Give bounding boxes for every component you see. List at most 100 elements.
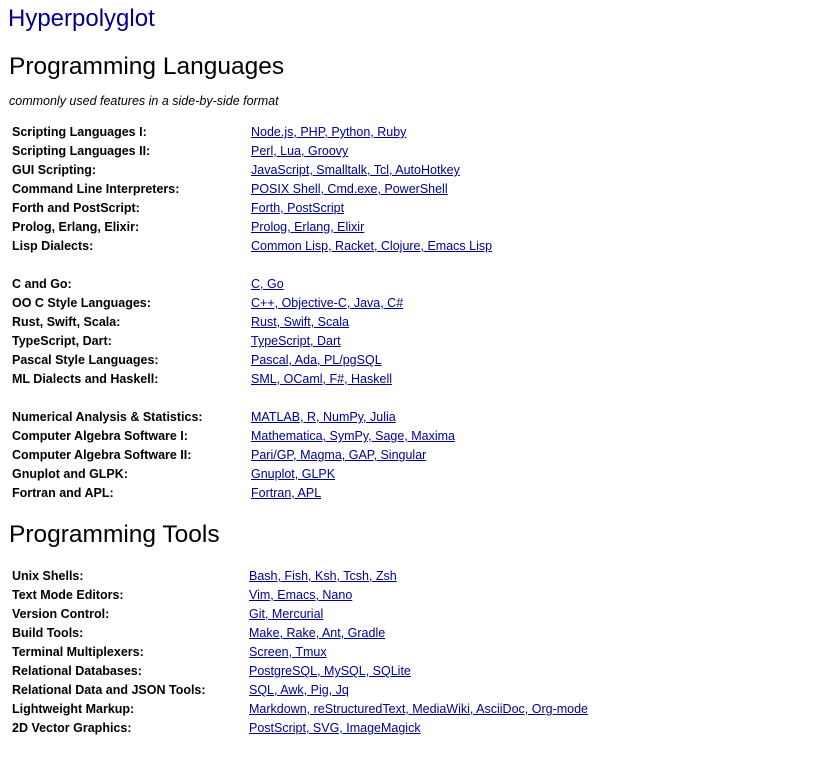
row-link[interactable]: C, Go xyxy=(251,277,284,291)
index-row: Numerical Analysis & Statistics: MATLAB, … xyxy=(12,408,492,427)
row-link[interactable]: MATLAB, R, NumPy, Julia xyxy=(251,410,396,424)
index-row: C and Go: C, Go xyxy=(12,275,492,294)
row-link[interactable]: PostgreSQL, MySQL, SQLite xyxy=(249,664,411,678)
row-links-cell: Markdown, reStructuredText, MediaWiki, A… xyxy=(249,700,588,719)
index-row: Forth and PostScript: Forth, PostScript xyxy=(12,199,492,218)
row-link[interactable]: PostScript, SVG, ImageMagick xyxy=(249,721,421,735)
index-row: OO C Style Languages: C++, Objective-C, J… xyxy=(12,294,492,313)
row-links-cell: Gnuplot, GLPK xyxy=(251,465,492,484)
row-label: Terminal Multiplexers: xyxy=(12,645,144,659)
row-label: 2D Vector Graphics: xyxy=(12,721,132,735)
row-link[interactable]: Gnuplot, GLPK xyxy=(251,467,335,481)
row-links-cell: Perl, Lua, Groovy xyxy=(251,142,492,161)
index-row: Computer Algebra Software II: Pari/GP, Ma… xyxy=(12,446,492,465)
heading-programming-tools: Programming Tools xyxy=(9,521,220,548)
row-links-cell: Node.js, PHP, Python, Ruby xyxy=(251,123,492,142)
row-link[interactable]: Vim, Emacs, Nano xyxy=(249,588,352,602)
row-link[interactable]: Markdown, reStructuredText, MediaWiki, A… xyxy=(249,702,588,716)
row-links-cell: MATLAB, R, NumPy, Julia xyxy=(251,408,492,427)
row-label: GUI Scripting: xyxy=(12,163,97,177)
row-link[interactable]: POSIX Shell, Cmd.exe, PowerShell xyxy=(251,182,448,196)
row-link[interactable]: Bash, Fish, Ksh, Tcsh, Zsh xyxy=(249,569,397,583)
row-link[interactable]: SQL, Awk, Pig, Jq xyxy=(249,683,349,697)
row-links-cell: SQL, Awk, Pig, Jq xyxy=(249,681,588,700)
index-row: TypeScript, Dart: TypeScript, Dart xyxy=(12,332,492,351)
row-label: Lightweight Markup: xyxy=(12,702,135,716)
index-row: Lightweight Markup: Markdown, reStructure… xyxy=(12,700,588,719)
row-links-cell: Mathematica, SymPy, Sage, Maxima xyxy=(251,427,492,446)
row-links-cell: Fortran, APL xyxy=(251,484,492,503)
row-links-cell: Vim, Emacs, Nano xyxy=(249,586,588,605)
row-label: Version Control: xyxy=(12,607,110,621)
row-label: Command Line Interpreters: xyxy=(12,182,180,196)
tools-index-table: Unix Shells: Bash, Fish, Ksh, Tcsh, Zsh Te… xyxy=(12,567,588,738)
row-links-cell: Forth, PostScript xyxy=(251,199,492,218)
index-row: Pascal Style Languages: Pascal, Ada, PL/p… xyxy=(12,351,492,370)
row-link[interactable]: Node.js, PHP, Python, Ruby xyxy=(251,125,406,139)
index-row: Terminal Multiplexers: Screen, Tmux xyxy=(12,643,588,662)
index-row: Scripting Languages II: Perl, Lua, Groovy xyxy=(12,142,492,161)
row-label: ML Dialects and Haskell: xyxy=(12,372,159,386)
index-row: Relational Databases: PostgreSQL, MySQL, … xyxy=(12,662,588,681)
row-link[interactable]: Make, Rake, Ant, Gradle xyxy=(249,626,385,640)
row-label: Prolog, Erlang, Elixir: xyxy=(12,220,140,234)
site-title-link[interactable]: Hyperpolyglot xyxy=(8,5,155,33)
row-label: Build Tools: xyxy=(12,626,84,640)
row-label: TypeScript, Dart: xyxy=(12,334,112,348)
row-links-cell: POSIX Shell, Cmd.exe, PowerShell xyxy=(251,180,492,199)
row-label: OO C Style Languages: xyxy=(12,296,151,310)
row-link[interactable]: Rust, Swift, Scala xyxy=(251,315,349,329)
row-links-cell: Bash, Fish, Ksh, Tcsh, Zsh xyxy=(249,567,588,586)
index-row: Prolog, Erlang, Elixir: Prolog, Erlang, E… xyxy=(12,218,492,237)
row-links-cell: Rust, Swift, Scala xyxy=(251,313,492,332)
row-link[interactable]: Git, Mercurial xyxy=(249,607,323,621)
row-link[interactable]: Prolog, Erlang, Elixir xyxy=(251,220,364,234)
row-label: Scripting Languages II: xyxy=(12,144,151,158)
row-link[interactable]: Pari/GP, Magma, GAP, Singular xyxy=(251,448,426,462)
row-label: Fortran and APL: xyxy=(12,486,114,500)
index-row: Scripting Languages I: Node.js, PHP, Pyth… xyxy=(12,123,492,142)
row-label: Relational Databases: xyxy=(12,664,142,678)
group-spacer xyxy=(12,389,492,408)
row-label: Gnuplot and GLPK: xyxy=(12,467,128,481)
row-links-cell: Make, Rake, Ant, Gradle xyxy=(249,624,588,643)
row-label: Rust, Swift, Scala: xyxy=(12,315,121,329)
row-label: Forth and PostScript: xyxy=(12,201,140,215)
row-link[interactable]: Pascal, Ada, PL/pgSQL xyxy=(251,353,382,367)
row-link[interactable]: Forth, PostScript xyxy=(251,201,344,215)
index-row: Text Mode Editors: Vim, Emacs, Nano xyxy=(12,586,588,605)
row-link[interactable]: TypeScript, Dart xyxy=(251,334,341,348)
row-link[interactable]: JavaScript, Smalltalk, Tcl, AutoHotkey xyxy=(251,163,460,177)
row-label: Scripting Languages I: xyxy=(12,125,147,139)
index-row: Rust, Swift, Scala: Rust, Swift, Scala xyxy=(12,313,492,332)
index-row: Gnuplot and GLPK: Gnuplot, GLPK xyxy=(12,465,492,484)
row-links-cell: Git, Mercurial xyxy=(249,605,588,624)
index-row: Fortran and APL: Fortran, APL xyxy=(12,484,492,503)
index-row: GUI Scripting: JavaScript, Smalltalk, Tcl… xyxy=(12,161,492,180)
row-link[interactable]: Mathematica, SymPy, Sage, Maxima xyxy=(251,429,455,443)
row-link[interactable]: Fortran, APL xyxy=(251,486,321,500)
index-row: 2D Vector Graphics: PostScript, SVG, Imag… xyxy=(12,719,588,738)
row-links-cell: Prolog, Erlang, Elixir xyxy=(251,218,492,237)
index-row: Relational Data and JSON Tools: SQL, Awk,… xyxy=(12,681,588,700)
row-links-cell: Pari/GP, Magma, GAP, Singular xyxy=(251,446,492,465)
row-label: Computer Algebra Software II: xyxy=(12,448,192,462)
subtitle: commonly used features in a side-by-side… xyxy=(9,94,279,108)
index-row: Computer Algebra Software I: Mathematica,… xyxy=(12,427,492,446)
index-row: ML Dialects and Haskell: SML, OCaml, F#, … xyxy=(12,370,492,389)
row-link[interactable]: Screen, Tmux xyxy=(249,645,327,659)
row-link[interactable]: SML, OCaml, F#, Haskell xyxy=(251,372,392,386)
row-links-cell: C++, Objective-C, Java, C# xyxy=(251,294,492,313)
row-links-cell: TypeScript, Dart xyxy=(251,332,492,351)
row-label: Unix Shells: xyxy=(12,569,84,583)
heading-programming-languages: Programming Languages xyxy=(9,53,285,80)
row-label: C and Go: xyxy=(12,277,72,291)
group-spacer xyxy=(12,256,492,275)
row-label: Text Mode Editors: xyxy=(12,588,124,602)
index-row: Version Control: Git, Mercurial xyxy=(12,605,588,624)
row-links-cell: Pascal, Ada, PL/pgSQL xyxy=(251,351,492,370)
row-links-cell: Screen, Tmux xyxy=(249,643,588,662)
row-link[interactable]: Perl, Lua, Groovy xyxy=(251,144,348,158)
row-link[interactable]: Common Lisp, Racket, Clojure, Emacs Lisp xyxy=(251,239,492,253)
row-link[interactable]: C++, Objective-C, Java, C# xyxy=(251,296,403,310)
